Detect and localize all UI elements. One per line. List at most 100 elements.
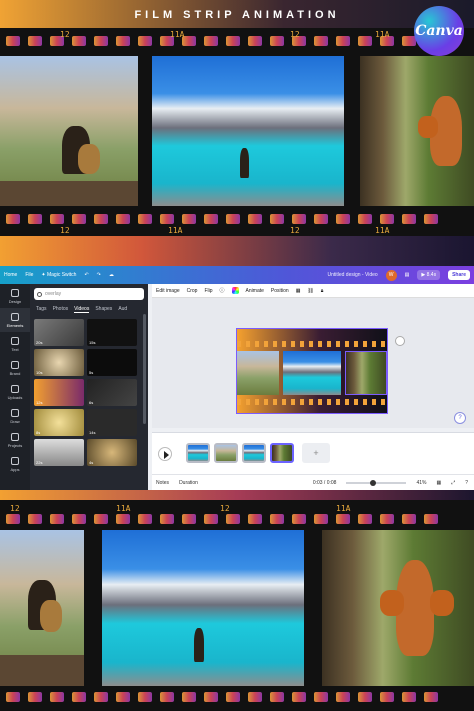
- lock-icon[interactable]: 🔒︎: [321, 288, 324, 294]
- frame-number: 11A: [168, 226, 183, 235]
- canva-editor: Home File ✦ Magic Switch ↶ ↷ ☁ Untitled …: [0, 266, 474, 490]
- position-button[interactable]: Position: [271, 288, 289, 294]
- timeline-clip[interactable]: [270, 443, 294, 463]
- fullscreen-icon[interactable]: ⤢: [451, 480, 455, 486]
- frame-number: 12: [220, 504, 230, 513]
- video-thumb[interactable]: 12s: [34, 379, 84, 406]
- film-strip-bottom: 12 11A 12 11A: [0, 500, 474, 711]
- frame-number: 11A: [170, 30, 185, 39]
- screenshot-root: FILM STRIP ANIMATION Canva 12 11A 12 11A…: [0, 0, 474, 711]
- panel-scrollbar[interactable]: [143, 314, 146, 424]
- timeline-clip[interactable]: [214, 443, 238, 463]
- tab-shapes[interactable]: Shapes: [95, 306, 112, 313]
- frame-number: 12: [290, 30, 300, 39]
- video-thumb[interactable]: 5s: [87, 349, 137, 376]
- present-button[interactable]: ▶ 8.4s: [417, 270, 441, 280]
- play-button[interactable]: [158, 447, 172, 461]
- transparency-icon[interactable]: ▦: [296, 288, 301, 294]
- duration-button[interactable]: Duration: [179, 480, 198, 486]
- frame-number: 12: [290, 226, 300, 235]
- editor-topbar: Home File ✦ Magic Switch ↶ ↷ ☁ Untitled …: [0, 266, 474, 284]
- video-grid: 20s 15s 10s 5s 12s 6s 8s 14s 22s 4s: [34, 319, 144, 466]
- video-thumb[interactable]: 8s: [34, 409, 84, 436]
- help-icon[interactable]: ?: [454, 412, 466, 424]
- video-thumb[interactable]: 20s: [34, 319, 84, 346]
- sprocket-holes: [0, 692, 474, 706]
- avatar[interactable]: W: [385, 269, 397, 281]
- canvas-area: ?: [152, 298, 474, 428]
- tab-videos[interactable]: Videos: [74, 306, 90, 313]
- photo-lake: [102, 530, 304, 686]
- frame-number: 12: [10, 504, 20, 513]
- frame-number: 12: [60, 30, 70, 39]
- cloud-icon: ☁: [108, 272, 114, 278]
- frame-number: 11A: [116, 504, 131, 513]
- context-toolbar: Edit image Crop Flip ⓘ Animate Position …: [152, 284, 474, 298]
- frame-number: 12: [60, 226, 70, 235]
- frame-number: 11A: [336, 504, 351, 513]
- add-page-button[interactable]: +: [302, 443, 330, 463]
- magic-switch-button[interactable]: ✦ Magic Switch: [41, 272, 76, 278]
- banner-title: FILM STRIP ANIMATION: [134, 9, 340, 21]
- photo-hiker: [0, 56, 138, 206]
- search-input[interactable]: overlay: [34, 288, 144, 300]
- timeline-clip[interactable]: [186, 443, 210, 463]
- photo-dog: [322, 530, 474, 686]
- tab-photos[interactable]: Photos: [53, 306, 69, 313]
- help-icon[interactable]: ?: [465, 480, 468, 486]
- tab-tags[interactable]: Tags: [36, 306, 47, 313]
- side-rail: Design Elements Text Brand Uploads Draw …: [0, 284, 30, 490]
- rail-item-design[interactable]: Design: [0, 284, 30, 308]
- rotate-icon[interactable]: [395, 336, 405, 346]
- redo-icon[interactable]: ↷: [97, 272, 101, 278]
- rail-item-draw[interactable]: Draw: [0, 404, 30, 428]
- home-button[interactable]: Home: [4, 272, 17, 278]
- photo-lake: [152, 56, 344, 206]
- rail-item-brand[interactable]: Brand: [0, 356, 30, 380]
- search-icon: [37, 291, 42, 297]
- video-thumb[interactable]: 14s: [87, 409, 137, 436]
- info-icon[interactable]: ⓘ: [220, 287, 225, 294]
- sprocket-holes: [0, 514, 474, 528]
- rail-item-elements[interactable]: Elements: [0, 308, 30, 332]
- grid-view-icon[interactable]: ▦: [436, 480, 441, 486]
- chart-icon[interactable]: ▤: [405, 272, 410, 278]
- file-menu[interactable]: File: [25, 272, 33, 278]
- photo-hiker: [0, 530, 84, 686]
- time-readout: 0:03 / 0:08: [312, 479, 337, 486]
- video-thumb[interactable]: 22s: [34, 439, 84, 466]
- edit-image-button[interactable]: Edit image: [156, 288, 180, 294]
- video-thumb[interactable]: 15s: [87, 319, 137, 346]
- undo-icon[interactable]: ↶: [84, 272, 88, 278]
- notes-button[interactable]: Notes: [156, 480, 169, 486]
- flip-button[interactable]: Flip: [204, 288, 212, 294]
- photo-dog: [360, 56, 474, 206]
- timeline-clip[interactable]: [242, 443, 266, 463]
- rail-item-projects[interactable]: Projects: [0, 428, 30, 452]
- frame-number: 11A: [375, 30, 390, 39]
- sprocket-holes: [0, 36, 474, 50]
- document-title[interactable]: Untitled design - Video: [327, 272, 377, 278]
- link-icon[interactable]: ⛓: [307, 288, 313, 294]
- timeline: +: [152, 432, 474, 474]
- rail-item-apps[interactable]: Apps: [0, 452, 30, 476]
- film-strip-top: 12 11A 12 11A 12 11A 12 11A: [0, 28, 474, 236]
- panel-tabs: Tags Photos Videos Shapes Aud: [34, 306, 144, 313]
- color-swatch[interactable]: [231, 287, 239, 294]
- zoom-level[interactable]: 41%: [416, 480, 426, 486]
- animate-button[interactable]: Animate: [246, 288, 264, 294]
- share-button[interactable]: Share: [448, 270, 470, 280]
- zoom-slider[interactable]: [346, 479, 407, 486]
- canva-logo: Canva: [414, 6, 464, 56]
- sprocket-holes: [0, 214, 474, 228]
- video-thumb[interactable]: 4s: [87, 439, 137, 466]
- elements-panel: overlay Tags Photos Videos Shapes Aud 20…: [30, 284, 148, 490]
- video-thumb[interactable]: 10s: [34, 349, 84, 376]
- crop-button[interactable]: Crop: [187, 288, 198, 294]
- video-thumb[interactable]: 6s: [87, 379, 137, 406]
- rail-item-uploads[interactable]: Uploads: [0, 380, 30, 404]
- bottom-bar: Notes Duration 0:03 / 0:08 41% ▦ ⤢ ?: [152, 474, 474, 490]
- tab-audio[interactable]: Aud: [118, 306, 127, 313]
- rail-item-text[interactable]: Text: [0, 332, 30, 356]
- design-artboard[interactable]: [236, 328, 388, 414]
